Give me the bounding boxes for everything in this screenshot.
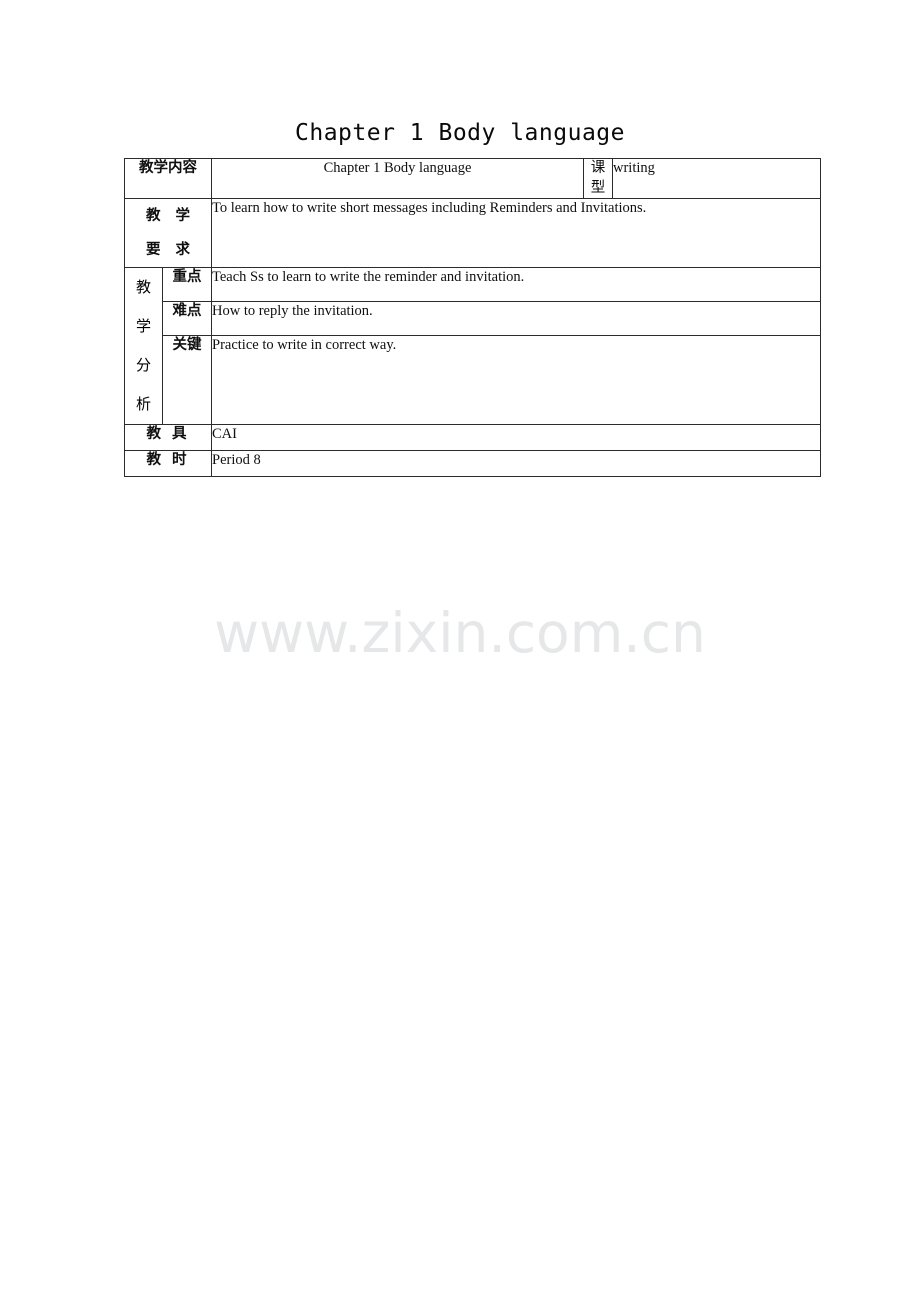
analysis-label-char-2: 学 (135, 317, 151, 336)
cell-lesson-type-value: writing (612, 157, 821, 200)
cell-periods-value: Period 8 (211, 450, 821, 478)
table-row-periods: 教 时 Period 8 (124, 450, 821, 478)
cell-key-point-value: Teach Ss to learn to write the reminder … (211, 267, 821, 303)
cell-teaching-aids-value: CAI (211, 424, 821, 452)
table-row-teaching-aids: 教 具 CAI (124, 424, 821, 452)
analysis-label-char-3: 分 (135, 356, 151, 375)
page-title: Chapter 1 Body language (295, 120, 625, 146)
site-watermark: www.zixin.com.cn (214, 601, 706, 665)
row-label-teaching-analysis: 教 学 分 析 (124, 267, 163, 426)
table-row-key-point: 教 学 分 析 重点 Teach Ss to learn to write th… (124, 267, 821, 426)
analysis-label-char-1: 教 (135, 278, 151, 297)
row-label-line-1: 教 学 (145, 208, 196, 225)
sub-label-crucial-point: 关键 (162, 335, 212, 426)
table-row-teaching-requirements: 教 学 要 求 To learn how to write short mess… (124, 198, 821, 269)
table-row-difficult-point: 难点 How to reply the invitation. (125, 301, 821, 337)
cell-difficult-point-value: How to reply the invitation. (211, 301, 821, 337)
row-label-periods: 教 时 (124, 450, 212, 478)
row-label-lesson-type: 课型 (583, 157, 613, 200)
analysis-label-char-4: 析 (135, 395, 151, 414)
row-label-teaching-requirements: 教 学 要 求 (124, 198, 212, 269)
lesson-plan-table: 教学内容 Chapter 1 Body language 课型 writing … (124, 157, 821, 478)
row-label-teaching-aids: 教 具 (124, 424, 212, 452)
row-label-line-2: 要 求 (145, 242, 196, 259)
cell-crucial-point-value: Practice to write in correct way. (211, 335, 821, 426)
table-row-teaching-content: 教学内容 Chapter 1 Body language 课型 writing (124, 157, 821, 200)
cell-teaching-content-value: Chapter 1 Body language (211, 157, 584, 200)
sub-label-key-point: 重点 (162, 267, 212, 303)
table-row-crucial-point: 关键 Practice to write in correct way. (125, 335, 821, 426)
sub-label-difficult-point: 难点 (162, 301, 212, 337)
row-label-teaching-content: 教学内容 (124, 157, 212, 200)
cell-teaching-requirements-value: To learn how to write short messages inc… (211, 198, 821, 269)
